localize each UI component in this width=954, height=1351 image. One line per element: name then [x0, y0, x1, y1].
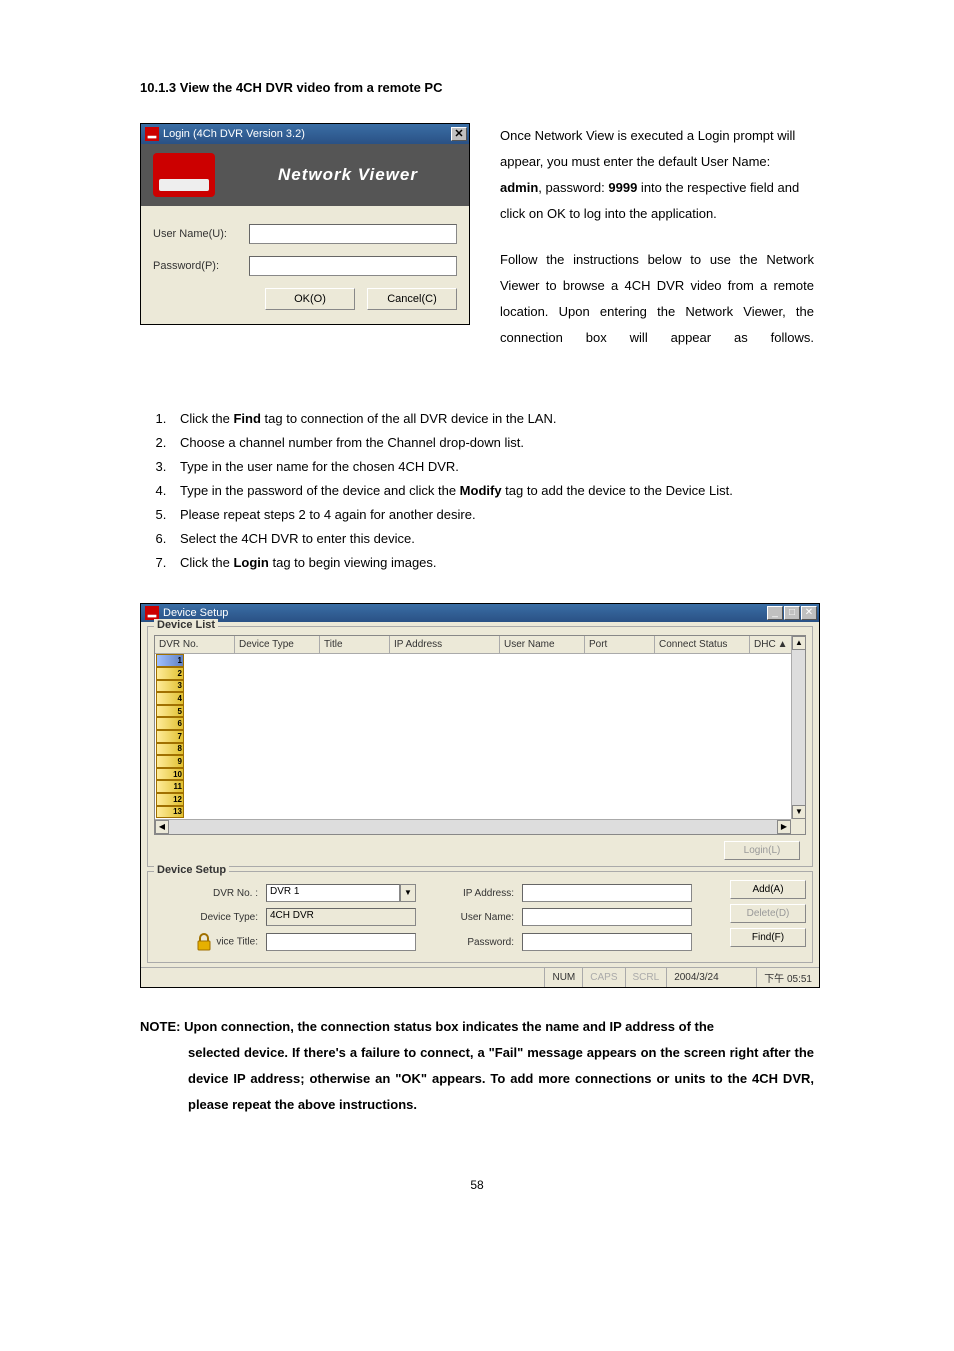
add-button[interactable]: Add(A)	[730, 880, 806, 899]
col-user[interactable]: User Name	[500, 636, 585, 653]
password-label: Password(P):	[153, 260, 249, 272]
status-date: 2004/3/24	[666, 968, 756, 987]
step-1: Click the Find tag to connection of the …	[170, 407, 814, 431]
instruction-list: Click the Find tag to connection of the …	[140, 407, 814, 575]
col-title[interactable]: Title	[320, 636, 390, 653]
device-setup-dialog: Device Setup _ □ ✕ Device List DVR No. D…	[140, 603, 820, 988]
password-input[interactable]	[249, 256, 457, 276]
devicetitle-label: vice Title:	[158, 932, 258, 952]
device-list-group: Device List DVR No. Device Type Title IP…	[147, 626, 813, 867]
note-paragraph: NOTE: Upon connection, the connection st…	[140, 1014, 814, 1118]
step-4: Type in the password of the device and c…	[170, 479, 814, 503]
login-dialog: Login (4Ch DVR Version 3.2) ✕ Network Vi…	[140, 123, 470, 325]
col-ip[interactable]: IP Address	[390, 636, 500, 653]
scroll-up-icon[interactable]: ▲	[792, 636, 806, 650]
step-7: Click the Login tag to begin viewing ima…	[170, 551, 814, 575]
dvr-row-10[interactable]: 10	[156, 768, 184, 781]
dvr-row-7[interactable]: 7	[156, 730, 184, 743]
dvr-row-11[interactable]: 11	[156, 780, 184, 793]
status-time: 下午 05:51	[756, 968, 819, 987]
dvr-row-6[interactable]: 6	[156, 717, 184, 730]
username2-label: User Name:	[424, 912, 514, 923]
devicetitle-input[interactable]	[266, 933, 416, 951]
dvr-row-3[interactable]: 3	[156, 680, 184, 693]
intro-text: Once Network View is executed a Login pr…	[500, 123, 814, 371]
col-devicetype[interactable]: Device Type	[235, 636, 320, 653]
dvrno-select[interactable]: DVR 1 ▼	[266, 884, 416, 902]
vertical-scrollbar[interactable]: ▲ ▼	[791, 636, 805, 819]
col-connect[interactable]: Connect Status	[655, 636, 750, 653]
step-6: Select the 4CH DVR to enter this device.	[170, 527, 814, 551]
lock-icon	[194, 932, 214, 952]
login-body: User Name(U): Password(P): OK(O) Cancel(…	[141, 206, 469, 324]
dvr-row-icons: 1 2 3 4 5 6 7 8 9 10 11 12 13	[155, 654, 185, 818]
section-heading: 10.1.3 View the 4CH DVR video from a rem…	[140, 80, 814, 95]
close-icon[interactable]: ✕	[801, 606, 817, 620]
dvr-row-5[interactable]: 5	[156, 705, 184, 718]
device-titlebar: Device Setup _ □ ✕	[141, 604, 819, 622]
devicetype-label: Device Type:	[158, 912, 258, 923]
app-icon	[145, 127, 159, 141]
device-list-table: DVR No. Device Type Title IP Address Use…	[154, 635, 806, 835]
step-5: Please repeat steps 2 to 4 again for ano…	[170, 503, 814, 527]
scroll-corner	[791, 819, 805, 834]
dvr-row-9[interactable]: 9	[156, 755, 184, 768]
dvr-row-1[interactable]: 1	[156, 654, 184, 667]
username-input[interactable]	[249, 224, 457, 244]
devicetype-field: 4CH DVR	[266, 908, 416, 926]
banner-text: Network Viewer	[239, 165, 457, 185]
step-3: Type in the user name for the chosen 4CH…	[170, 455, 814, 479]
cancel-button[interactable]: Cancel(C)	[367, 288, 457, 310]
login-banner: Network Viewer	[141, 144, 469, 206]
scroll-left-icon[interactable]: ◀	[155, 820, 169, 834]
device-list-legend: Device List	[154, 619, 218, 631]
col-port[interactable]: Port	[585, 636, 655, 653]
username2-input[interactable]	[522, 908, 692, 926]
scroll-right-icon[interactable]: ▶	[777, 820, 791, 834]
dvr-row-2[interactable]: 2	[156, 667, 184, 680]
device-setup-legend: Device Setup	[154, 864, 229, 876]
delete-button[interactable]: Delete(D)	[730, 904, 806, 923]
status-scrl: SCRL	[625, 968, 667, 987]
chevron-down-icon[interactable]: ▼	[400, 884, 416, 902]
dvr-row-4[interactable]: 4	[156, 692, 184, 705]
password2-label: Password:	[424, 937, 514, 948]
maximize-icon[interactable]: □	[784, 606, 800, 620]
ip-label: IP Address:	[424, 888, 514, 899]
login-button[interactable]: Login(L)	[724, 841, 800, 860]
horizontal-scrollbar[interactable]: ◀ ▶	[155, 819, 791, 834]
close-icon[interactable]: ✕	[451, 127, 467, 141]
ok-button[interactable]: OK(O)	[265, 288, 355, 310]
ip-input[interactable]	[522, 884, 692, 902]
find-button[interactable]: Find(F)	[730, 928, 806, 947]
step-2: Choose a channel number from the Channel…	[170, 431, 814, 455]
password2-input[interactable]	[522, 933, 692, 951]
status-bar: NUM CAPS SCRL 2004/3/24 下午 05:51	[141, 967, 819, 987]
status-num: NUM	[544, 968, 582, 987]
dvrno-label: DVR No. :	[158, 888, 258, 899]
note-body: selected device. If there's a failure to…	[188, 1040, 814, 1118]
device-title: Device Setup	[163, 607, 767, 619]
login-titlebar: Login (4Ch DVR Version 3.2) ✕	[141, 124, 469, 144]
login-title: Login (4Ch DVR Version 3.2)	[163, 128, 451, 140]
scroll-down-icon[interactable]: ▼	[792, 805, 806, 819]
dvr-row-8[interactable]: 8	[156, 743, 184, 756]
device-setup-group: Device Setup DVR No. : DVR 1 ▼ IP Addres…	[147, 871, 813, 963]
table-header: DVR No. Device Type Title IP Address Use…	[155, 636, 805, 654]
minimize-icon[interactable]: _	[767, 606, 783, 620]
username-label: User Name(U):	[153, 228, 249, 240]
col-dvrno[interactable]: DVR No.	[155, 636, 235, 653]
page-number: 58	[140, 1178, 814, 1192]
intro-para-1: Once Network View is executed a Login pr…	[500, 123, 814, 227]
intro-para-2: Follow the instructions below to use the…	[500, 247, 814, 351]
banner-logo	[153, 153, 215, 197]
note-label: NOTE:	[140, 1019, 184, 1034]
dvr-row-13[interactable]: 13	[156, 806, 184, 819]
dvr-row-12[interactable]: 12	[156, 793, 184, 806]
status-caps: CAPS	[582, 968, 624, 987]
top-section: Login (4Ch DVR Version 3.2) ✕ Network Vi…	[140, 123, 814, 371]
app-icon	[145, 606, 159, 620]
